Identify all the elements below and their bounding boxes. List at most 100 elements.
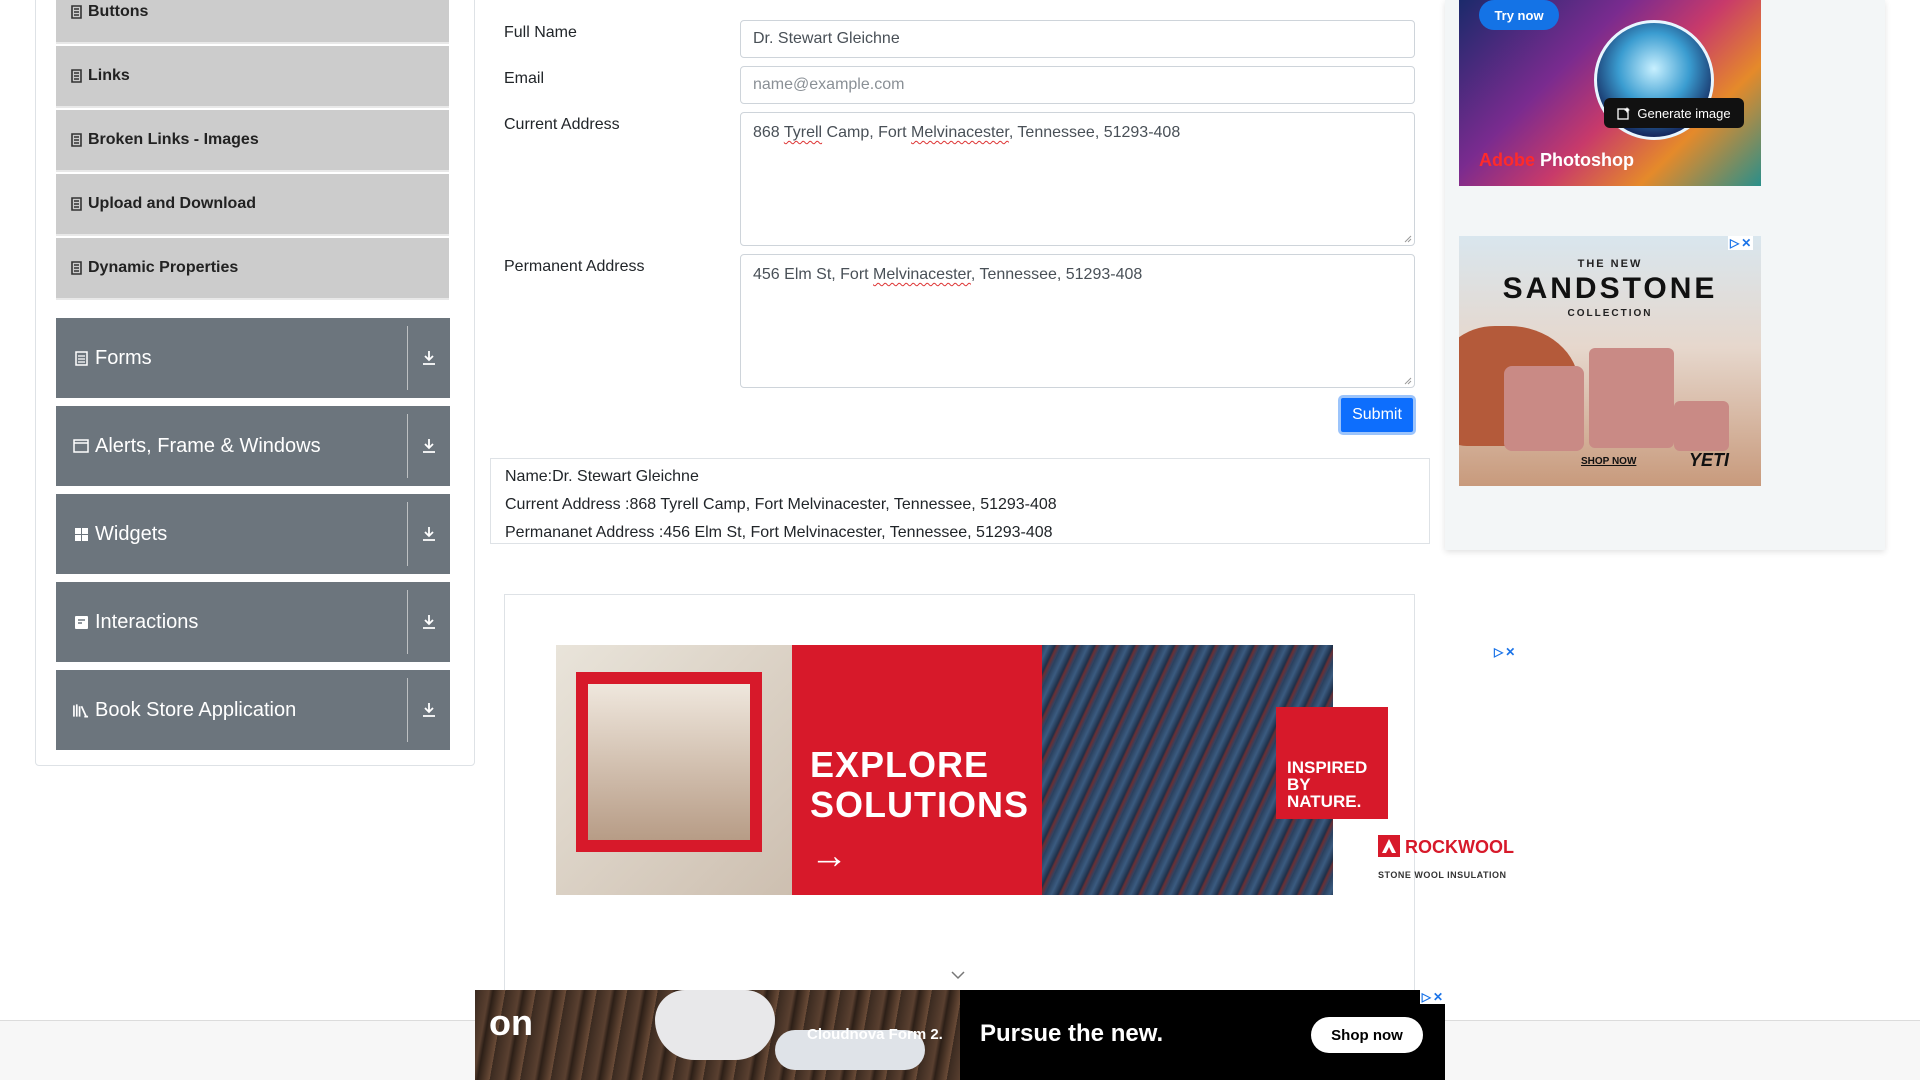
arrow-icon: → — [810, 835, 848, 877]
yeti-logo: YETI — [1689, 450, 1730, 470]
adchoices-icon[interactable]: ▷ — [1730, 236, 1739, 250]
submit-button[interactable]: Submit — [1338, 395, 1416, 435]
ad-choices[interactable]: ▷ ✕ — [1494, 645, 1515, 659]
sidebar-item-buttons[interactable]: Buttons — [56, 0, 449, 44]
email-input[interactable]: name@example.com — [740, 66, 1415, 104]
sidebar-item-dynamic-properties[interactable]: Dynamic Properties — [56, 238, 449, 300]
yeti-headline-2: SANDSTONE — [1502, 272, 1718, 305]
address-text: 868 — [753, 124, 784, 141]
full-name-value: Dr. Stewart Gleichne — [753, 30, 900, 47]
yeti-shop-link[interactable]: SHOP NOW — [1581, 456, 1636, 467]
page-icon — [70, 133, 82, 147]
sidebar-item-upload-download[interactable]: Upload and Download — [56, 174, 449, 236]
email-placeholder: name@example.com — [753, 76, 905, 93]
sidebar-item-label: Upload and Download — [88, 195, 256, 212]
download-icon[interactable] — [408, 438, 450, 454]
rockwool-wordmark: ROCKWOOL — [1405, 837, 1514, 857]
badge-line: NATURE. — [1287, 792, 1362, 811]
permanent-address-label: Permanent Address — [504, 258, 645, 275]
ad-choices[interactable]: ▷ ✕ — [1419, 990, 1445, 1004]
output-name: Name:Dr. Stewart Gleichne — [505, 468, 699, 485]
adobe-photoshop-logo: Adobe Photoshop — [1479, 150, 1634, 171]
current-address-textarea[interactable]: 868 Tyrell Camp, Fort Melvinacester, Ten… — [740, 112, 1415, 246]
permanent-address-textarea[interactable]: 456 Elm St, Fort Melvinacester, Tennesse… — [740, 254, 1415, 388]
headline-line: EXPLORE — [810, 744, 990, 785]
sidebar-item-label: Broken Links - Images — [88, 131, 259, 148]
page-icon — [70, 69, 82, 83]
output-permanent-address: Permananet Address :456 Elm St, Fort Mel… — [505, 524, 1053, 541]
sidebar-item-label: Dynamic Properties — [88, 259, 239, 276]
download-icon[interactable] — [408, 614, 450, 630]
widgets-icon — [73, 526, 89, 542]
close-icon[interactable]: ✕ — [1741, 236, 1751, 250]
try-now-button[interactable]: Try now — [1479, 0, 1559, 30]
email-label: Email — [504, 70, 545, 87]
adchoices-icon[interactable]: ▷ — [1494, 645, 1503, 659]
rockwool-ad[interactable]: EXPLORE SOLUTIONS → INSPIRED BY NATURE. ROC… — [556, 645, 1514, 895]
sidebar-group-label: Widgets — [95, 522, 168, 545]
sidebar-group-forms[interactable]: Forms — [56, 318, 450, 398]
full-name-label: Full Name — [504, 24, 577, 41]
cooler-image — [1589, 348, 1674, 448]
interaction-icon — [73, 614, 89, 630]
misspelled-word: Melvinacester — [873, 266, 971, 283]
on-headline: Pursue the new. — [980, 1020, 1164, 1047]
page-icon — [70, 261, 82, 275]
sidebar-group-interactions[interactable]: Interactions — [56, 582, 450, 662]
photoshop-wordmark: Photoshop — [1540, 150, 1634, 170]
bag-image — [1504, 366, 1584, 451]
badge-line: INSPIRED — [1287, 758, 1368, 777]
sidebar-group-alerts[interactable]: Alerts, Frame & Windows — [56, 406, 450, 486]
on-running-ad[interactable]: on Cloudnova Form 2. Pursue the new. Sho… — [475, 990, 1445, 1080]
yeti-headline-3: COLLECTION — [1567, 308, 1653, 319]
download-icon[interactable] — [408, 702, 450, 718]
misspelled-word: Tyrell — [783, 124, 823, 141]
yeti-ad[interactable]: THE NEW SANDSTONE COLLECTION SHOP NOW YE… — [1459, 236, 1761, 486]
shop-now-button[interactable]: Shop now — [1311, 1017, 1423, 1053]
download-icon[interactable] — [408, 350, 450, 366]
sidebar-group-widgets[interactable]: Widgets — [56, 494, 450, 574]
generate-image-button[interactable]: Generate image — [1604, 98, 1744, 128]
rockwool-tagline: STONE WOOL INSULATION — [1378, 870, 1507, 880]
red-panel: EXPLORE SOLUTIONS → — [792, 645, 1042, 895]
inspired-badge: INSPIRED BY NATURE. — [1276, 707, 1388, 819]
adchoices-icon[interactable]: ▷ — [1422, 990, 1431, 1004]
resize-handle-icon[interactable] — [1404, 235, 1412, 243]
sidebar-group-label: Interactions — [95, 610, 199, 633]
sidebar-item-broken-links[interactable]: Broken Links - Images — [56, 110, 449, 172]
close-icon[interactable]: ✕ — [1505, 645, 1515, 659]
sidebar-item-label: Links — [88, 67, 130, 84]
sidebar-group-label: Forms — [95, 346, 152, 369]
full-name-input[interactable]: Dr. Stewart Gleichne — [740, 20, 1415, 58]
current-address-label: Current Address — [504, 116, 620, 133]
close-icon[interactable]: ✕ — [1433, 990, 1443, 1004]
books-icon — [73, 702, 89, 718]
ad-choices[interactable]: ▷ ✕ — [1728, 236, 1754, 250]
page-icon — [70, 197, 82, 211]
badge-line: BY — [1287, 775, 1311, 794]
generate-image-label: Generate image — [1637, 105, 1731, 121]
resize-handle-icon[interactable] — [1404, 377, 1412, 385]
output-current-address: Current Address :868 Tyrell Camp, Fort M… — [505, 496, 1057, 513]
sidebar-group-label: Alerts, Frame & Windows — [95, 434, 321, 457]
address-text: , Tennessee, 51293-408 — [970, 266, 1143, 283]
photoshop-ad[interactable]: Try now Generate image Adobe Photoshop — [1459, 0, 1761, 186]
divider — [407, 502, 408, 566]
photo-frame — [576, 672, 762, 852]
adobe-wordmark: Adobe — [1479, 150, 1535, 170]
address-text: , Tennessee, 51293-408 — [1008, 124, 1181, 141]
small-cooler-image — [1674, 401, 1729, 451]
form-icon — [73, 350, 89, 366]
shoe-model: Cloudnova Form 2. — [807, 1026, 943, 1043]
sidebar-group-book-store[interactable]: Book Store Application — [56, 670, 450, 750]
chevron-down-icon[interactable] — [950, 970, 966, 980]
rockwool-mark-icon — [1378, 835, 1400, 857]
rockwool-logo: ROCKWOOL — [1378, 835, 1514, 858]
sidebar-item-links[interactable]: Links — [56, 46, 449, 108]
headline-line: SOLUTIONS — [810, 784, 1030, 825]
sidebar-item-label: Buttons — [88, 3, 149, 20]
output-panel: Name:Dr. Stewart Gleichne Current Addres… — [490, 458, 1430, 544]
shoe-image — [655, 990, 775, 1060]
divider — [407, 326, 408, 390]
download-icon[interactable] — [408, 526, 450, 542]
